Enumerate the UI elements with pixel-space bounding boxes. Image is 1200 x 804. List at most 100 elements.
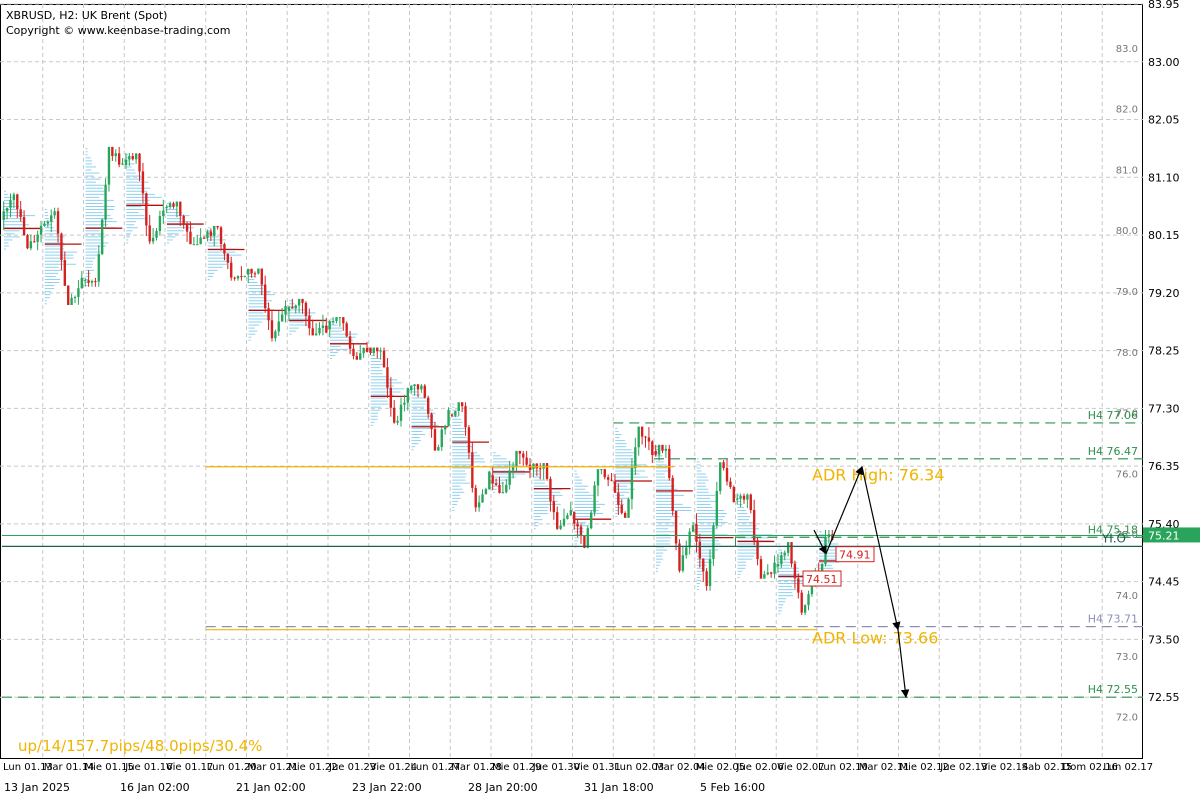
candle-body <box>87 280 90 283</box>
candle-body <box>746 494 749 500</box>
candle-body <box>243 275 246 277</box>
y-minor-label: 72.0 <box>1116 713 1138 724</box>
candle-body <box>84 280 87 282</box>
candle-body <box>515 450 518 467</box>
candle-body <box>192 244 196 246</box>
candle-body <box>464 406 467 428</box>
candle-body <box>372 347 376 353</box>
y-tick-label: 74.45 <box>1148 576 1180 589</box>
candle-body <box>810 586 814 595</box>
chart: 83.95 83.00 82.05 81.10 80.15 79.20 78.25 77.30… <box>0 0 1200 800</box>
candle-body <box>671 477 674 511</box>
candle-body <box>759 559 763 579</box>
candle-body <box>182 215 185 225</box>
candle-body <box>674 510 678 544</box>
candle-body <box>97 254 100 282</box>
y-tick-label: 77.30 <box>1148 402 1180 415</box>
candle-body <box>257 268 260 274</box>
y-tick-label: 78.25 <box>1148 345 1180 358</box>
candle-body <box>60 233 63 260</box>
candle-body <box>542 463 545 469</box>
candle-body <box>623 513 627 518</box>
candle-body <box>661 444 664 451</box>
candle-body <box>586 528 589 548</box>
candle-body <box>620 504 623 514</box>
candle-body <box>22 217 26 236</box>
candle-body <box>365 347 369 352</box>
y-tick-label: 81.10 <box>1148 171 1180 184</box>
y-tick-label: 79.20 <box>1148 287 1180 300</box>
candle-body <box>688 531 691 548</box>
y-minor-label: 78.0 <box>1116 348 1138 359</box>
candle-body <box>471 452 474 488</box>
candle-body <box>107 146 111 185</box>
candle-body <box>297 298 301 306</box>
candle-body <box>386 367 389 388</box>
candle-body <box>447 409 450 426</box>
y-tick-label: 73.50 <box>1148 633 1180 646</box>
candle-body <box>294 305 297 309</box>
candle-body <box>695 523 698 542</box>
candle-body <box>308 315 311 329</box>
candle-body <box>528 464 532 471</box>
candle-body <box>443 425 447 430</box>
candle-body <box>114 153 117 157</box>
y-tick-label: 76.35 <box>1148 460 1180 473</box>
candle-body <box>403 402 406 405</box>
candle-body <box>53 211 56 216</box>
candle-body <box>783 552 786 556</box>
candle-body <box>270 320 274 339</box>
y-minor-label: 74.0 <box>1116 591 1138 602</box>
candle-body <box>702 558 705 572</box>
candle-body <box>474 487 477 508</box>
y-minor-label: 81.0 <box>1116 165 1138 176</box>
candle-body <box>556 512 559 529</box>
candle-body <box>39 225 43 235</box>
candle-body <box>338 317 342 319</box>
candle-body <box>100 219 104 255</box>
candle-body <box>617 492 620 505</box>
candle-body <box>80 277 83 289</box>
candle-body <box>335 317 338 321</box>
candle-body <box>640 426 644 437</box>
candle-body <box>664 448 668 451</box>
h4-level-label: H4 72.55 <box>1088 683 1138 696</box>
candle-body <box>165 206 168 208</box>
candle-body <box>426 397 430 414</box>
candle-body <box>389 387 393 408</box>
candle-body <box>573 511 576 524</box>
candle-body <box>16 194 19 210</box>
candle-body <box>33 241 36 243</box>
candle-body <box>450 414 454 416</box>
candle-body <box>70 297 73 305</box>
candle-body <box>569 510 572 516</box>
candle-body <box>685 547 688 556</box>
candle-body <box>318 327 321 334</box>
candle-body <box>240 276 243 278</box>
candle-body <box>596 469 600 486</box>
candle-body <box>46 221 50 224</box>
y-minor-label: 83.0 <box>1116 44 1138 55</box>
candle-body <box>501 492 505 494</box>
y-minor-label: 80.0 <box>1116 226 1138 237</box>
candle-body <box>708 559 712 587</box>
candle-body <box>128 156 131 160</box>
price-callout-label: 74.51 <box>806 573 838 586</box>
candle-body <box>481 494 484 503</box>
candle-body <box>213 225 216 236</box>
candle-body <box>342 317 345 324</box>
candle-body <box>73 297 77 299</box>
candle-body <box>287 307 291 312</box>
candle-body <box>284 306 287 315</box>
h4-level-label: H4 73.71 <box>1088 613 1138 626</box>
candle-body <box>226 253 230 263</box>
plot-frame <box>0 4 1143 759</box>
candle-body <box>280 314 284 322</box>
y-tick-label: 72.55 <box>1148 691 1180 704</box>
candle-body <box>138 153 141 172</box>
candle-body <box>647 437 651 442</box>
candle-body <box>399 404 403 421</box>
candle-body <box>790 542 793 564</box>
candle-body <box>274 331 277 339</box>
candle-body <box>219 227 223 245</box>
